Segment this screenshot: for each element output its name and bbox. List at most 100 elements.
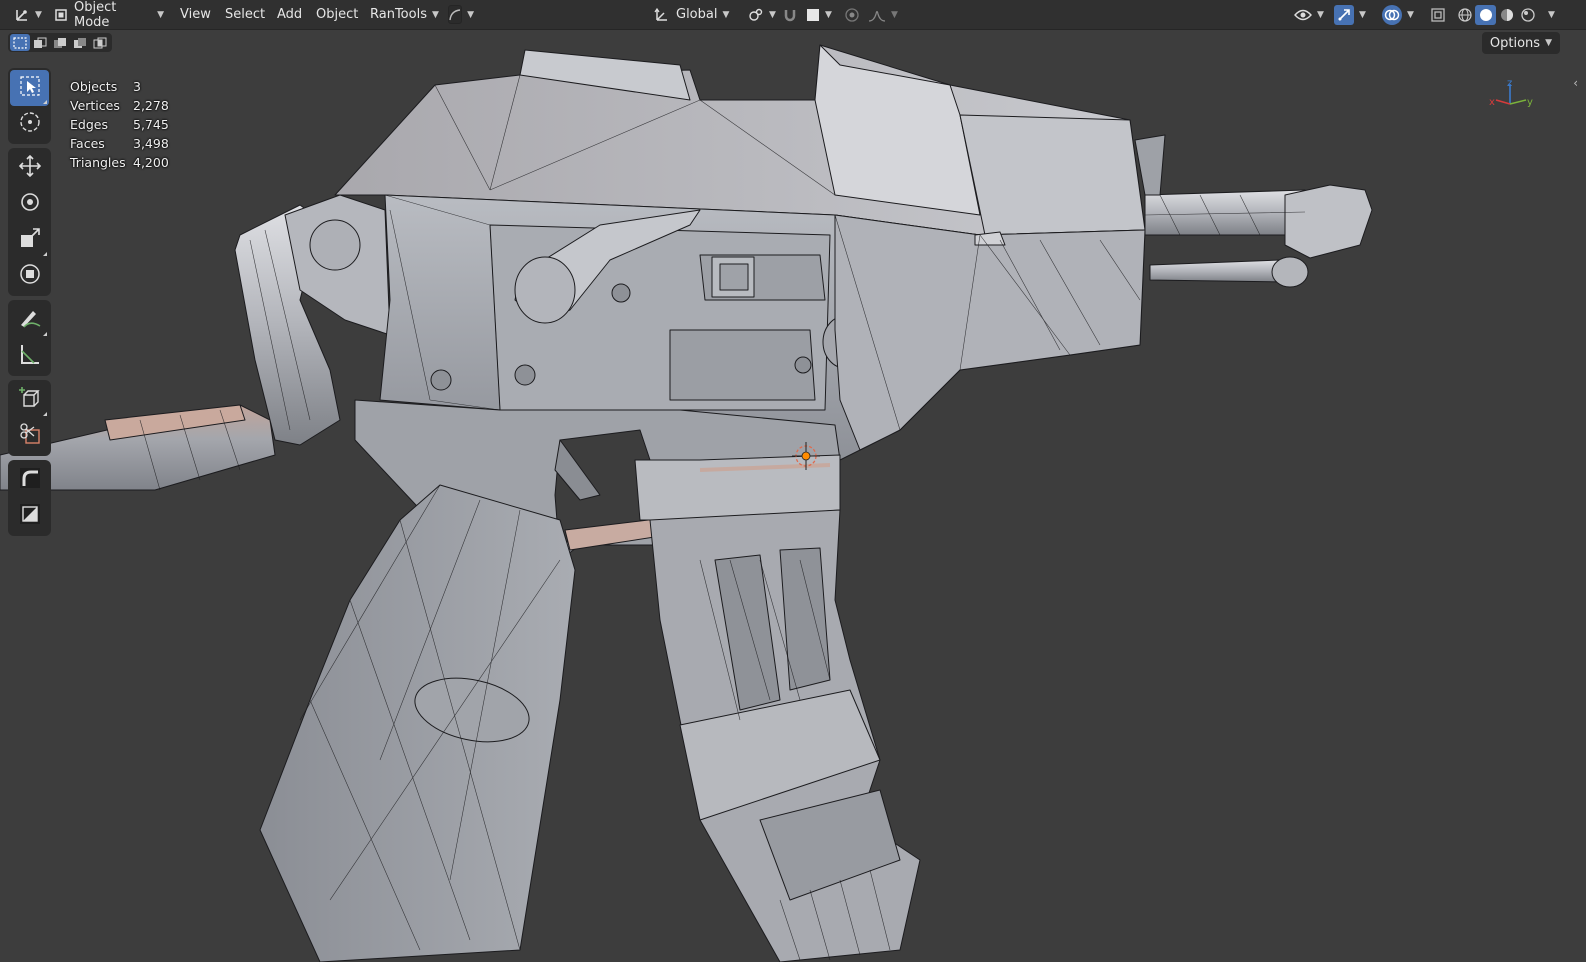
stat-label: Triangles xyxy=(70,155,126,170)
xray-icon xyxy=(1430,7,1446,23)
scene-statistics: Objects 3 Vertices 2,278 Edges 5,745 Faces 3… xyxy=(70,77,169,172)
chevron-down-icon: ▼ xyxy=(769,9,776,20)
transform-tool[interactable] xyxy=(10,258,49,294)
chevron-down-icon: ▼ xyxy=(157,9,164,20)
stat-value: 2,278 xyxy=(133,98,169,113)
snap-increment-icon xyxy=(806,8,820,22)
select-box-icon xyxy=(19,75,41,101)
cut-tool[interactable] xyxy=(10,418,49,454)
menu-object[interactable]: Object xyxy=(312,3,362,26)
axes-icon xyxy=(14,7,30,23)
rotate-tool[interactable] xyxy=(10,186,49,222)
pivot-point-dropdown[interactable]: ▼ xyxy=(744,3,776,26)
magnet-icon xyxy=(782,7,798,23)
3d-viewport[interactable] xyxy=(0,30,1586,962)
select-invert-icon[interactable] xyxy=(70,34,90,51)
material-shading-icon[interactable] xyxy=(1496,5,1517,25)
options-label: Options xyxy=(1489,35,1541,51)
mode-dropdown[interactable]: Object Mode ▼ xyxy=(50,0,168,30)
gizmo-y-label: y xyxy=(1527,97,1533,108)
mode-label: Object Mode xyxy=(74,0,117,30)
shading-buttons xyxy=(1452,3,1544,26)
pivot-icon xyxy=(748,7,764,23)
sidebar-toggle-icon[interactable]: ‹ xyxy=(1573,76,1578,90)
proportional-falloff-dropdown[interactable]: ▼ xyxy=(864,3,898,26)
cursor-tool[interactable] xyxy=(10,106,49,142)
orientation-dropdown[interactable]: Global ▼ xyxy=(650,3,738,26)
snap-target-dropdown[interactable]: ▼ xyxy=(802,3,836,26)
cursor-icon xyxy=(18,110,42,138)
falloff-dropdown[interactable]: ▼ xyxy=(444,3,478,26)
select-box-tool[interactable] xyxy=(10,70,49,106)
options-dropdown[interactable]: Options ▼ xyxy=(1481,32,1560,54)
select-intersect-icon[interactable] xyxy=(90,34,110,51)
visibility-dropdown[interactable]: ▼ xyxy=(1290,3,1326,26)
proportional-edit-icon xyxy=(844,7,860,23)
scale-tool[interactable] xyxy=(10,222,49,258)
navigation-gizmo[interactable]: z y x xyxy=(1488,78,1538,118)
shading-options-dropdown[interactable]: ▼ xyxy=(1544,3,1560,26)
orientation-label: Global xyxy=(676,7,718,22)
stat-value: 3,498 xyxy=(133,136,169,151)
chevron-down-icon: ▼ xyxy=(431,9,439,20)
scale-icon xyxy=(19,227,41,253)
stat-label: Faces xyxy=(70,136,105,151)
chevron-down-icon: ▼ xyxy=(35,9,42,20)
editor-type-dropdown[interactable]: ▼ xyxy=(10,3,42,26)
chevron-down-icon: ▼ xyxy=(1317,9,1324,20)
overlays-toggle[interactable]: ▼ xyxy=(1378,3,1422,26)
stat-label: Vertices xyxy=(70,98,120,113)
tool-group xyxy=(8,380,51,456)
add-cube-tool[interactable] xyxy=(10,382,49,418)
tool-group xyxy=(8,68,51,144)
rendered-shading-icon[interactable] xyxy=(1517,5,1538,25)
stat-row: Edges 5,745 xyxy=(70,115,169,134)
scale-cage-tool[interactable] xyxy=(10,498,49,534)
chevron-down-icon: ▼ xyxy=(825,9,832,20)
menu-add[interactable]: Add xyxy=(273,3,306,26)
annotate-icon xyxy=(18,306,42,334)
annotate-tool[interactable] xyxy=(10,302,49,338)
tool-shelf xyxy=(8,68,51,540)
chevron-down-icon: ▼ xyxy=(1407,9,1414,20)
measure-tool[interactable] xyxy=(10,338,49,374)
stat-row: Vertices 2,278 xyxy=(70,96,169,115)
select-extend-icon[interactable] xyxy=(30,34,50,51)
menu-select[interactable]: Select xyxy=(221,3,269,26)
solid-shading-icon[interactable] xyxy=(1475,4,1496,25)
xray-toggle[interactable] xyxy=(1426,3,1448,26)
viewport-header: ▼ Object Mode ▼ View Select Add Object R… xyxy=(0,0,1586,30)
tool-group xyxy=(8,300,51,376)
chevron-down-icon: ▼ xyxy=(1548,9,1555,20)
bend-tool[interactable] xyxy=(10,462,49,498)
proportional-edit-toggle[interactable] xyxy=(840,3,862,26)
snap-toggle[interactable] xyxy=(778,3,800,26)
move-tool[interactable] xyxy=(10,150,49,186)
move-icon xyxy=(18,154,42,182)
stat-row: Objects 3 xyxy=(70,77,169,96)
bend-icon xyxy=(19,467,41,493)
tool-group xyxy=(8,148,51,296)
scale-cage-icon xyxy=(19,503,41,529)
wireframe-shading-icon[interactable] xyxy=(1454,5,1475,25)
select-new-icon[interactable] xyxy=(10,34,30,51)
tool-group xyxy=(8,460,51,536)
gizmo-toggle[interactable]: ▼ xyxy=(1330,3,1374,26)
add-cube-icon xyxy=(18,386,42,414)
gizmo-x-label: x xyxy=(1489,97,1495,108)
chevron-down-icon: ▼ xyxy=(891,9,898,20)
submenu-corner-icon xyxy=(43,100,47,104)
submenu-corner-icon xyxy=(43,252,47,256)
menu-rantools[interactable]: RanTools ▼ xyxy=(366,3,442,26)
stat-label: Edges xyxy=(70,117,108,132)
transform-icon xyxy=(18,262,42,290)
transform-orientation-icon xyxy=(654,7,670,23)
chevron-down-icon: ▼ xyxy=(722,9,730,20)
object-mode-icon xyxy=(54,8,68,22)
overlays-icon xyxy=(1382,4,1402,25)
menu-view[interactable]: View xyxy=(176,3,215,26)
stat-row: Faces 3,498 xyxy=(70,134,169,153)
select-subtract-icon[interactable] xyxy=(50,34,70,51)
weapon-mesh[interactable] xyxy=(0,30,1586,962)
falloff-curve-icon xyxy=(868,8,886,22)
